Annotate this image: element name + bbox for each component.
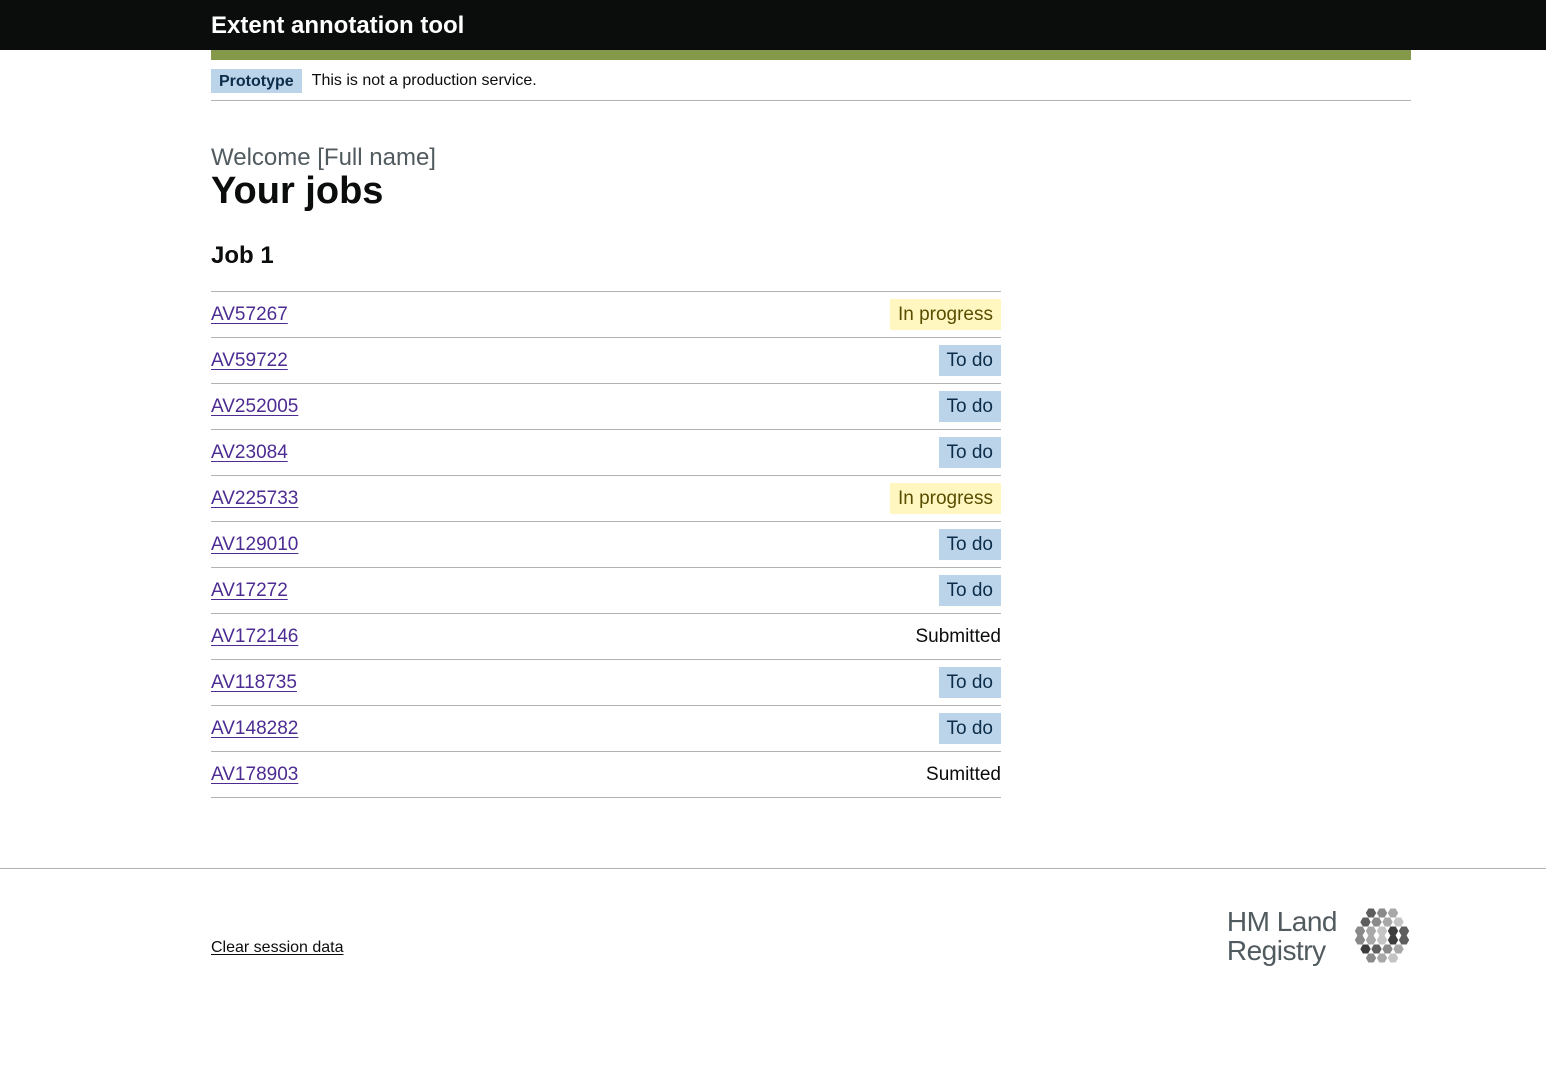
- phase-banner-text: This is not a production service.: [311, 72, 537, 89]
- job-row: AV17272 To do: [211, 568, 1001, 614]
- logo-hexagon: [1393, 917, 1404, 927]
- status-tag: To do: [938, 667, 1001, 698]
- status-tag: In progress: [889, 483, 1001, 514]
- logo-hexagon: [1371, 944, 1382, 954]
- logo-hexagon: [1382, 944, 1393, 954]
- job-heading: Job 1: [211, 242, 274, 269]
- logo-hexagon: [1360, 917, 1371, 927]
- job-row: AV148282 To do: [211, 706, 1001, 752]
- logo-hexagon: [1376, 935, 1388, 945]
- logo-hexagon: [1365, 908, 1377, 918]
- welcome-caption: Welcome [Full name]: [211, 144, 436, 171]
- logo-hexagon: [1398, 935, 1410, 945]
- job-link[interactable]: AV225733: [211, 488, 298, 510]
- header-stripe: [211, 50, 1411, 60]
- logo-hexagon: [1354, 926, 1366, 936]
- status-tag: To do: [938, 529, 1001, 560]
- logo-hexagon: [1376, 953, 1388, 963]
- status-tag: To do: [938, 391, 1001, 422]
- logo-hexagon: [1354, 935, 1366, 945]
- job-row: AV59722 To do: [211, 338, 1001, 384]
- job-row: AV225733 In progress: [211, 476, 1001, 522]
- logo-hexagon: [1387, 908, 1399, 918]
- job-link[interactable]: AV59722: [211, 350, 288, 372]
- logo-hexagon: [1393, 944, 1404, 954]
- job-link[interactable]: AV118735: [211, 672, 297, 694]
- status-tag: To do: [938, 575, 1001, 606]
- job-link[interactable]: AV252005: [211, 396, 298, 418]
- job-row: AV118735 To do: [211, 660, 1001, 706]
- logo-hexagon: [1371, 917, 1382, 927]
- logo-text-line1: HM Land: [1226, 906, 1338, 937]
- job-row: AV178903 Sumitted: [211, 752, 1001, 798]
- logo-text-line2: Registry: [1226, 935, 1326, 966]
- job-row: AV57267 In progress: [211, 292, 1001, 338]
- logo-hexagon: [1365, 935, 1377, 945]
- logo-hexagon: [1365, 953, 1377, 963]
- main-content: Prototype This is not a production servi…: [211, 60, 1411, 798]
- logo-hexagon: [1387, 935, 1399, 945]
- footer-container: Clear session data HM Land Registry: [211, 869, 1411, 989]
- job-link[interactable]: AV23084: [211, 442, 288, 464]
- logo-text: HM Land Registry: [1226, 906, 1338, 966]
- hm-land-registry-logo: HM Land Registry: [1227, 907, 1411, 965]
- logo-hexagon: [1387, 953, 1399, 963]
- job-row: AV23084 To do: [211, 430, 1001, 476]
- job-link[interactable]: AV17272: [211, 580, 288, 602]
- site-header: Extent annotation tool: [0, 0, 1546, 60]
- logo-hexagon: [1387, 926, 1399, 936]
- status-tag: Sumitted: [926, 764, 1001, 785]
- logo-hexagon: [1382, 917, 1393, 927]
- job-link[interactable]: AV178903: [211, 764, 298, 786]
- job-link[interactable]: AV57267: [211, 304, 288, 326]
- site-footer: Clear session data HM Land Registry: [0, 868, 1546, 1092]
- logo-hexagon: [1398, 926, 1410, 936]
- logo-hexagon: [1360, 944, 1371, 954]
- job-link[interactable]: AV129010: [211, 534, 298, 556]
- hexagon-cluster-icon: [1354, 908, 1410, 963]
- job-row: AV172146 Submitted: [211, 614, 1001, 660]
- logo-hexagon: [1376, 908, 1388, 918]
- service-name-link[interactable]: Extent annotation tool: [211, 0, 464, 52]
- logo-hexagon: [1376, 926, 1388, 936]
- job-list: AV57267 In progress AV59722 To do AV252005 To…: [211, 291, 1001, 798]
- status-tag: Submitted: [915, 626, 1001, 647]
- header-container: Extent annotation tool: [211, 0, 1411, 60]
- job-row: AV252005 To do: [211, 384, 1001, 430]
- status-tag: To do: [938, 345, 1001, 376]
- job-link[interactable]: AV148282: [211, 718, 298, 740]
- status-tag: In progress: [889, 299, 1001, 330]
- status-tag: To do: [938, 437, 1001, 468]
- logo-hexagon: [1365, 926, 1377, 936]
- phase-tag: Prototype: [211, 69, 302, 93]
- job-row: AV129010 To do: [211, 522, 1001, 568]
- status-tag: To do: [938, 713, 1001, 744]
- phase-banner: Prototype This is not a production servi…: [211, 60, 1411, 101]
- clear-session-link[interactable]: Clear session data: [211, 939, 344, 957]
- page-title: Your jobs: [211, 170, 384, 212]
- job-link[interactable]: AV172146: [211, 626, 298, 648]
